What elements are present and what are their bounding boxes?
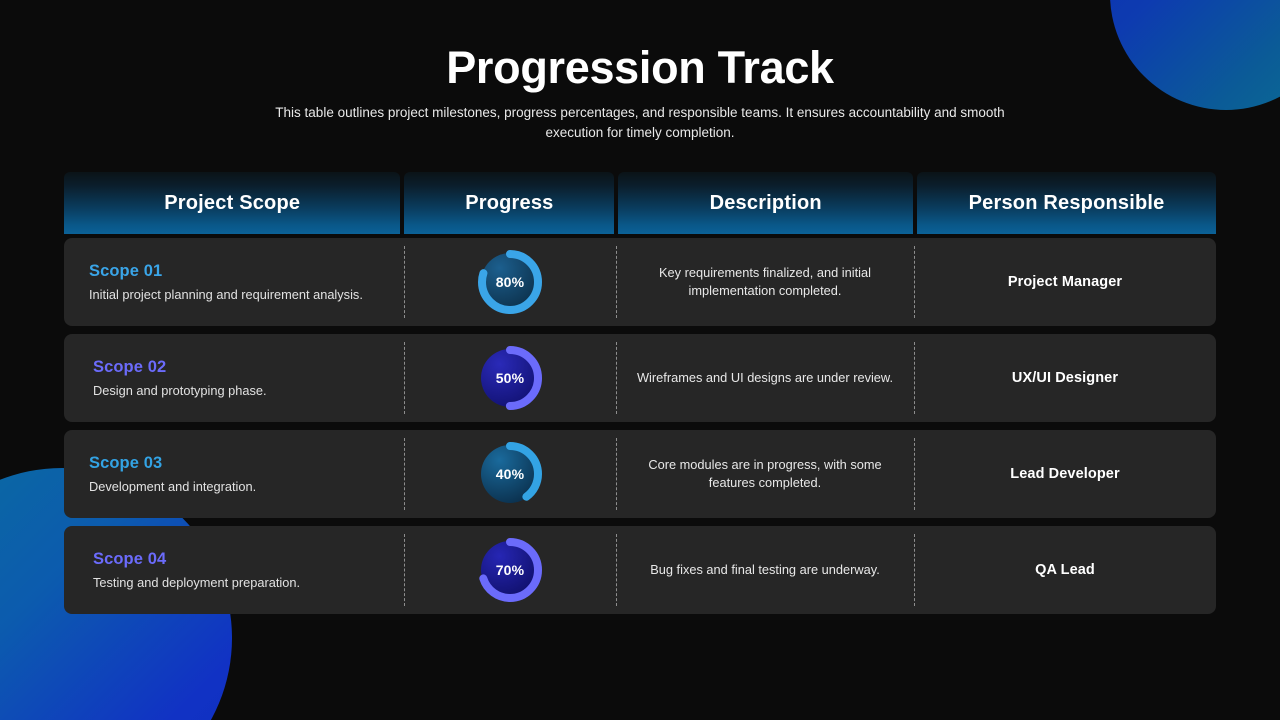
progression-table: Project Scope Progress Description Perso… bbox=[64, 172, 1216, 614]
description-text: Wireframes and UI designs are under revi… bbox=[636, 370, 894, 385]
cell-project-scope: Scope 02 Design and prototyping phase. bbox=[64, 334, 404, 422]
cell-progress: 80% bbox=[404, 238, 616, 326]
column-header-progress: Progress bbox=[404, 172, 615, 234]
cell-description: Core modules are in progress, with some … bbox=[616, 430, 914, 518]
scope-subtitle: Design and prototyping phase. bbox=[93, 383, 267, 398]
column-divider bbox=[914, 534, 915, 606]
cell-description: Bug fixes and final testing are underway… bbox=[616, 526, 914, 614]
progress-percent-label: 70% bbox=[495, 562, 525, 578]
column-divider bbox=[914, 342, 915, 414]
table-row[interactable]: Scope 02 Design and prototyping phase. 50%… bbox=[64, 334, 1216, 422]
person-responsible-text: Lead Developer bbox=[1010, 466, 1120, 482]
description-text: Core modules are in progress, with some … bbox=[648, 457, 882, 490]
column-divider bbox=[914, 246, 915, 318]
column-header-project-scope: Project Scope bbox=[64, 172, 401, 234]
column-header-description: Description bbox=[618, 172, 914, 234]
cell-project-scope: Scope 03 Development and integration. bbox=[64, 430, 404, 518]
cell-description: Key requirements finalized, and initial … bbox=[616, 238, 914, 326]
progress-percent-label: 80% bbox=[495, 274, 525, 290]
progress-donut-chart: 80% bbox=[475, 247, 545, 317]
table-row[interactable]: Scope 03 Development and integration. 40% C… bbox=[64, 430, 1216, 518]
scope-title: Scope 04 bbox=[93, 550, 167, 568]
cell-description: Wireframes and UI designs are under revi… bbox=[616, 334, 914, 422]
page-title: Progression Track bbox=[446, 42, 834, 93]
progress-donut-chart: 70% bbox=[475, 535, 545, 605]
table-header-row: Project Scope Progress Description Perso… bbox=[64, 172, 1216, 234]
progress-donut-chart: 40% bbox=[475, 439, 545, 509]
person-responsible-text: UX/UI Designer bbox=[1011, 370, 1119, 386]
scope-subtitle: Initial project planning and requirement… bbox=[89, 287, 363, 302]
person-responsible-text: QA Lead bbox=[1035, 562, 1095, 578]
progress-percent-label: 50% bbox=[495, 370, 525, 386]
table-body: Scope 01 Initial project planning and req… bbox=[64, 238, 1216, 614]
progress-percent-label: 40% bbox=[495, 466, 525, 482]
person-responsible-text: Project Manager bbox=[1007, 274, 1123, 290]
cell-progress: 50% bbox=[404, 334, 616, 422]
scope-subtitle: Development and integration. bbox=[89, 479, 257, 494]
progress-donut-chart: 50% bbox=[475, 343, 545, 413]
cell-person-responsible: UX/UI Designer bbox=[914, 334, 1216, 422]
description-text: Bug fixes and final testing are underway… bbox=[650, 562, 880, 577]
slide-canvas: Progression Track This table outlines pr… bbox=[0, 0, 1280, 720]
cell-person-responsible: QA Lead bbox=[914, 526, 1216, 614]
scope-title: Scope 02 bbox=[93, 358, 167, 376]
cell-person-responsible: Project Manager bbox=[914, 238, 1216, 326]
cell-progress: 40% bbox=[404, 430, 616, 518]
page-subtitle: This table outlines project milestones, … bbox=[275, 105, 1005, 140]
cell-person-responsible: Lead Developer bbox=[914, 430, 1216, 518]
scope-title: Scope 01 bbox=[89, 262, 163, 280]
table-row[interactable]: Scope 04 Testing and deployment preparati… bbox=[64, 526, 1216, 614]
cell-progress: 70% bbox=[404, 526, 616, 614]
cell-project-scope: Scope 01 Initial project planning and req… bbox=[64, 238, 404, 326]
column-header-person-responsible: Person Responsible bbox=[917, 172, 1216, 234]
scope-subtitle: Testing and deployment preparation. bbox=[93, 575, 301, 590]
scope-title: Scope 03 bbox=[89, 454, 163, 472]
description-text: Key requirements finalized, and initial … bbox=[659, 265, 871, 298]
column-divider bbox=[914, 438, 915, 510]
table-row[interactable]: Scope 01 Initial project planning and req… bbox=[64, 238, 1216, 326]
cell-project-scope: Scope 04 Testing and deployment preparati… bbox=[64, 526, 404, 614]
